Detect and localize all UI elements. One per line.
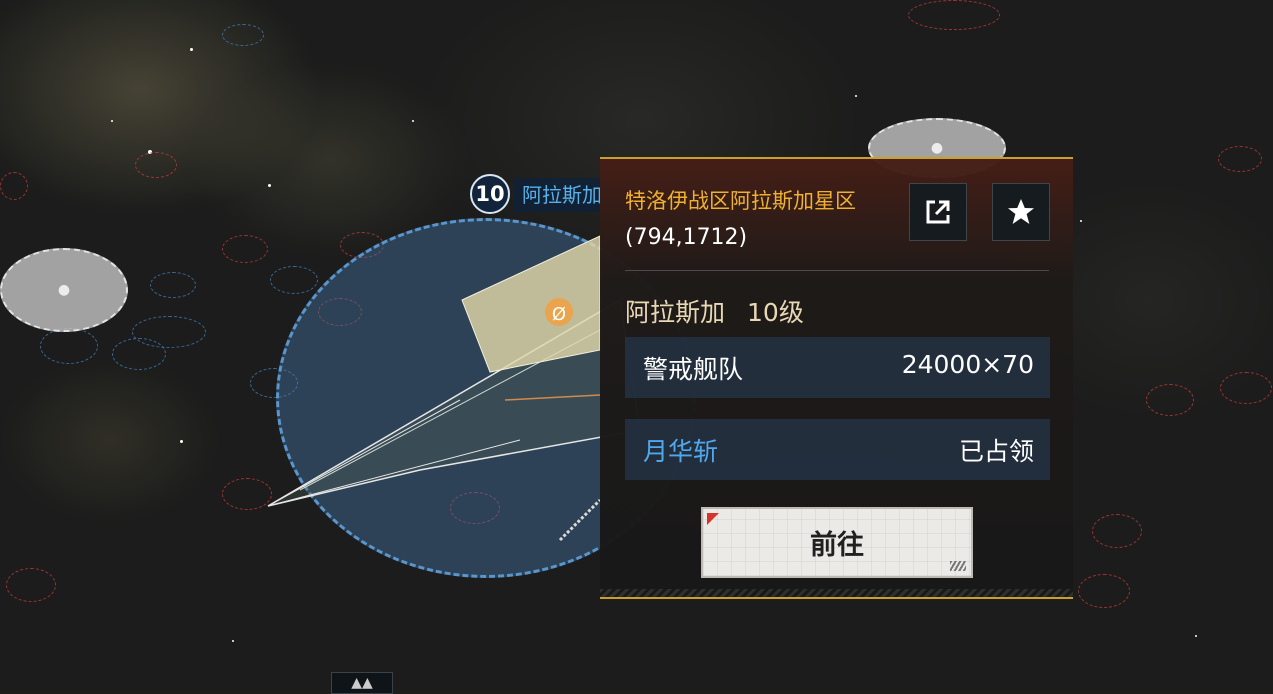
external-link-icon	[926, 200, 950, 224]
star-icon	[1008, 199, 1034, 224]
occupant-row: 月华斩 已占领	[625, 419, 1050, 480]
go-button[interactable]: 前往	[701, 507, 973, 578]
node-name-level: 阿拉斯加 10级	[625, 293, 826, 329]
node-info-panel: 特洛伊战区阿拉斯加星区 (794,1712) 阿拉斯加 10级 警戒舰队 2400…	[600, 157, 1073, 599]
node-level-badge[interactable]: 10	[470, 174, 510, 214]
divider	[625, 270, 1049, 271]
garrison-fleet-row: 警戒舰队 24000×70	[625, 337, 1050, 398]
node-coordinates: (794,1712)	[625, 225, 748, 250]
node-level: 10级	[747, 298, 804, 327]
node-name: 阿拉斯加	[625, 298, 726, 327]
panel-footer-stripe	[600, 589, 1073, 597]
go-button-label: 前往	[810, 530, 864, 561]
corner-marker	[707, 513, 719, 525]
panel-title: 特洛伊战区阿拉斯加星区	[625, 189, 856, 213]
stripe-decoration	[950, 561, 966, 571]
garrison-fleet-value: 24000×70	[901, 350, 1034, 379]
svg-text:Ø: Ø	[552, 304, 566, 325]
node-name-label[interactable]: 阿拉斯加	[514, 178, 600, 212]
bottom-menu-button[interactable]: ▲▲	[331, 672, 393, 694]
favorite-button[interactable]	[992, 183, 1050, 241]
occupant-name[interactable]: 月华斩	[643, 432, 718, 468]
share-button[interactable]	[909, 183, 967, 241]
occupation-status: 已占领	[958, 437, 1034, 466]
garrison-fleet-label: 警戒舰队	[643, 355, 744, 384]
